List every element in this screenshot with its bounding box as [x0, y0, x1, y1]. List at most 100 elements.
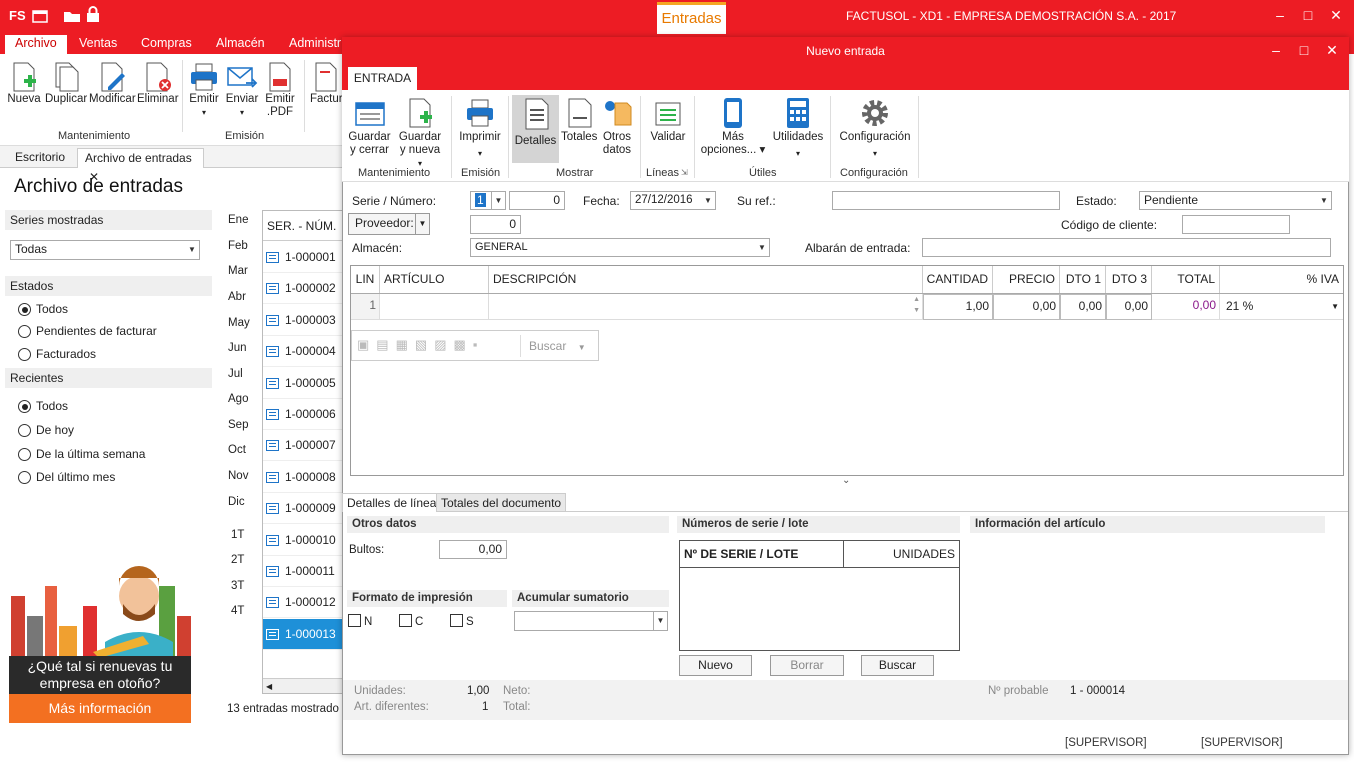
tab-entrada[interactable]: ENTRADA [348, 67, 417, 90]
list-item[interactable]: 1-000011 [263, 556, 343, 587]
borrar-serie-button[interactable]: Borrar [770, 655, 844, 676]
radio-estados-pendientes[interactable]: Pendientes de facturar [18, 324, 157, 338]
col-dto3[interactable]: DTO 3 [1106, 266, 1152, 293]
month-mar[interactable]: Mar [228, 265, 248, 277]
modificar-button[interactable]: Modificar [89, 61, 136, 106]
bultos-input[interactable]: 0,00 [439, 540, 507, 559]
tab-detalles-linea[interactable]: Detalles de línea [342, 493, 442, 512]
codigo-cliente-input[interactable] [1182, 215, 1290, 234]
estado-select[interactable]: Pendiente ▼ [1139, 191, 1332, 210]
cell-dto3[interactable]: 0,00 [1106, 294, 1152, 320]
quarter-2t[interactable]: 2T [231, 554, 244, 566]
promo-banner[interactable]: ¿Qué tal si renuevas tu empresa en otoño… [9, 566, 191, 723]
list-item[interactable]: 1-000009 [263, 493, 343, 525]
emitir-button[interactable]: Emitir ▾ [186, 61, 222, 119]
otros-datos-button[interactable]: Otros datos [599, 97, 635, 157]
context-tab-entradas[interactable]: Entradas [657, 2, 726, 34]
month-ago[interactable]: Ago [228, 393, 248, 405]
tab-archivo-entradas[interactable]: Archivo de entradas ✕ [77, 148, 204, 184]
col-descripcion[interactable]: DESCRIPCIÓN [489, 266, 923, 293]
facturar-button[interactable]: Factur [308, 61, 342, 106]
suref-input[interactable] [832, 191, 1060, 210]
guardar-nueva-button[interactable]: Guardar y nueva ▾ [396, 97, 444, 170]
month-may[interactable]: May [228, 317, 250, 329]
list-item[interactable]: 1-000005 [263, 367, 343, 399]
imprimir-button[interactable]: Imprimir ▾ [456, 97, 504, 160]
month-abr[interactable]: Abr [228, 291, 246, 303]
month-feb[interactable]: Feb [228, 240, 248, 252]
menu-compras[interactable]: Compras [141, 35, 192, 54]
move-down-icon[interactable]: ▪ [473, 337, 485, 352]
add-line-icon[interactable]: ▣ [357, 337, 376, 352]
acumular-select[interactable]: ▼ [514, 611, 668, 631]
col-unidades[interactable]: UNIDADES [844, 541, 959, 568]
month-dic[interactable]: Dic [228, 496, 245, 508]
list-hscroll[interactable]: ◀ [263, 678, 343, 693]
promo-more-info-button[interactable]: Más información [9, 694, 191, 723]
list-header[interactable]: SER. - NÚM. [263, 211, 343, 241]
emitir-pdf-button[interactable]: Emitir .PDF [262, 61, 298, 119]
radio-recientes-mes[interactable]: Del último mes [18, 470, 115, 484]
enviar-button[interactable]: Enviar ▾ [224, 61, 260, 119]
col-precio[interactable]: PRECIO [993, 266, 1060, 293]
calendar-icon[interactable] [32, 8, 48, 23]
list-item[interactable]: 1-000012 [263, 587, 343, 619]
proveedor-button[interactable]: Proveedor: ▼ [348, 213, 430, 235]
folder-icon[interactable] [63, 7, 81, 23]
move-up-icon[interactable]: ▩ [453, 337, 472, 352]
tab-escritorio[interactable]: Escritorio [8, 148, 72, 168]
radio-estados-facturados[interactable]: Facturados [18, 347, 96, 361]
eliminar-button[interactable]: Eliminar [137, 61, 179, 106]
quarter-3t[interactable]: 3T [231, 580, 244, 592]
serie-select[interactable]: 1 ▼ [470, 191, 506, 210]
modal-minimize-icon[interactable]: – [1267, 42, 1285, 58]
cell-iva-select[interactable]: 21 % ▼ [1220, 294, 1343, 320]
validar-button[interactable]: Validar [645, 97, 691, 144]
checkbox-formato-s[interactable]: S [450, 614, 474, 628]
detalles-button[interactable]: Detalles [512, 95, 559, 163]
nuevo-serie-button[interactable]: Nuevo [679, 655, 752, 676]
list-item[interactable]: 1-000006 [263, 399, 343, 430]
utilidades-button[interactable]: Utilidades ▾ [770, 97, 826, 160]
menu-ventas[interactable]: Ventas [79, 35, 117, 54]
list-item[interactable]: 1-000004 [263, 336, 343, 368]
series-select[interactable]: Todas ▼ [10, 240, 200, 260]
description-scroll[interactable]: ▲ ▼ [913, 294, 920, 316]
col-total[interactable]: TOTAL [1152, 266, 1220, 293]
maximize-icon[interactable]: □ [1299, 7, 1317, 23]
col-lin[interactable]: LIN [351, 266, 380, 293]
menu-almacen[interactable]: Almacén [216, 35, 265, 54]
radio-recientes-semana[interactable]: De la última semana [18, 447, 145, 461]
checkbox-formato-c[interactable]: C [399, 614, 423, 628]
minimize-icon[interactable]: – [1271, 7, 1289, 23]
list-item[interactable]: 1-000001 [263, 242, 343, 273]
lock-icon[interactable] [86, 6, 100, 23]
cell-dto1[interactable]: 0,00 [1060, 294, 1106, 320]
quarter-1t[interactable]: 1T [231, 529, 244, 541]
checkbox-formato-n[interactable]: N [348, 614, 372, 628]
numero-input[interactable]: 0 [509, 191, 565, 210]
month-sep[interactable]: Sep [228, 419, 248, 431]
insert-line-icon[interactable]: ▤ [376, 337, 395, 352]
cell-descripcion[interactable]: ▲ ▼ [489, 294, 923, 320]
month-jul[interactable]: Jul [228, 368, 243, 380]
menu-administracion[interactable]: Administr [289, 35, 341, 54]
col-dto1[interactable]: DTO 1 [1060, 266, 1106, 293]
totales-button[interactable]: Totales [561, 97, 597, 144]
configuracion-button[interactable]: Configuración ▾ [835, 97, 915, 160]
radio-recientes-hoy[interactable]: De hoy [18, 423, 74, 437]
fecha-input[interactable]: 27/12/2016 ▼ [630, 191, 716, 210]
delete-line-icon[interactable]: ▨ [434, 337, 453, 352]
list-item[interactable]: 1-000010 [263, 524, 343, 556]
mas-opciones-button[interactable]: Más opciones... ▾ [699, 97, 767, 157]
cell-precio[interactable]: 0,00 [993, 294, 1060, 320]
month-jun[interactable]: Jun [228, 342, 247, 354]
col-numero-serie[interactable]: Nº DE SERIE / LOTE [680, 541, 844, 568]
expand-icon[interactable]: ⇲ [681, 168, 688, 177]
list-item[interactable]: 1-000002 [263, 273, 343, 305]
modal-close-icon[interactable]: ✕ [1323, 42, 1341, 59]
radio-estados-todos[interactable]: Todos [18, 302, 68, 316]
month-ene[interactable]: Ene [228, 214, 248, 226]
grid-search-button[interactable]: Buscar ▼ [529, 339, 586, 353]
list-item[interactable]: 1-000013 [263, 618, 343, 650]
